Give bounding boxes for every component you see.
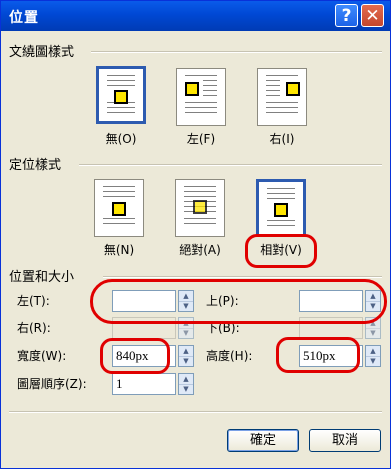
wrap-left-label: 左(F) [186,132,216,146]
position-separator [79,164,382,166]
top-input[interactable] [299,290,363,312]
wrap-left-option[interactable] [176,68,226,126]
image-square-icon [193,200,207,214]
height-input[interactable]: 510px [299,345,363,367]
top-spinner[interactable]: ▲ ▼ [365,290,381,312]
zorder-spinner[interactable]: ▲ ▼ [178,373,194,395]
image-square-icon [114,90,128,104]
ok-button[interactable]: 確定 [227,429,299,452]
dialog-title: 位置 [9,10,39,26]
width-label: 寬度(W): [17,349,67,363]
zorder-input[interactable]: 1 [112,373,176,395]
title-bar[interactable]: 位置 ? ✕ [1,1,390,31]
position-none-option[interactable] [94,179,144,237]
left-spinner[interactable]: ▲ ▼ [178,290,194,312]
position-absolute-label: 絕對(A) [179,243,221,257]
left-label: 左(T): [17,294,50,308]
wrap-none-label: 無(O) [105,132,137,146]
position-style-header: 定位樣式 [9,158,62,173]
image-square-icon [112,202,126,216]
wrap-right-option[interactable] [257,68,307,126]
size-separator [103,276,382,278]
right-label: 右(R): [17,321,51,335]
cancel-button[interactable]: 取消 [309,429,381,452]
right-spinner: ▲ ▼ [178,317,194,339]
bottom-label: 下(B): [206,321,240,335]
image-square-icon [185,82,199,96]
position-dialog: 位置 ? ✕ 文繞圖樣式 無(O) 左(F) 右(I) 定位樣式 無(N) 絕對… [0,0,391,469]
left-input[interactable] [112,290,176,312]
position-size-header: 位置和大小 [9,270,75,285]
wrap-style-header: 文繞圖樣式 [9,45,75,60]
right-input [112,317,176,339]
height-label: 高度(H): [206,349,253,363]
position-absolute-option[interactable] [175,179,225,237]
bottom-input [299,317,363,339]
position-none-label: 無(N) [103,243,135,257]
height-spinner[interactable]: ▲ ▼ [365,345,381,367]
image-square-icon [274,203,288,217]
close-button[interactable]: ✕ [361,4,384,27]
wrap-none-option[interactable] [96,66,146,124]
help-button[interactable]: ? [335,4,358,27]
bottom-separator [9,411,382,413]
bottom-spinner: ▲ ▼ [365,317,381,339]
wrap-separator [91,51,382,53]
position-relative-option[interactable] [256,179,306,237]
width-spinner[interactable]: ▲ ▼ [178,345,194,367]
wrap-right-label: 右(I) [269,132,295,146]
zorder-label: 圖層順序(Z): [17,377,87,391]
top-label: 上(P): [206,294,239,308]
position-relative-label: 相對(V) [260,243,302,257]
width-input[interactable]: 840px [112,345,176,367]
image-square-icon [286,82,300,96]
